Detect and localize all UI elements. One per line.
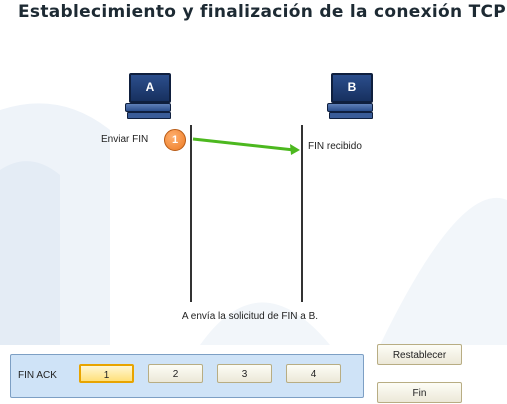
step-controls-panel: FIN ACK 1 2 3 4 — [10, 354, 364, 398]
fin-arrow-head — [290, 144, 300, 155]
host-a-label: Enviar FIN — [101, 134, 149, 145]
step-button-1[interactable]: 1 — [79, 364, 134, 383]
monitor-icon: A — [129, 73, 171, 103]
background-decoration — [0, 103, 507, 345]
step-number-badge: 1 — [164, 129, 186, 151]
step-button-3[interactable]: 3 — [217, 364, 272, 383]
reset-button[interactable]: Restablecer — [377, 344, 462, 365]
fin-arrow — [192, 137, 295, 152]
step-button-4[interactable]: 4 — [286, 364, 341, 383]
controls-label: FIN ACK — [18, 370, 57, 381]
host-b-letter: B — [347, 80, 357, 94]
page-title: Establecimiento y finalización de la con… — [18, 2, 507, 22]
host-b-label: FIN recibido — [308, 141, 362, 152]
host-a-letter: A — [145, 80, 155, 94]
computer-b-icon: B — [327, 73, 375, 119]
computer-a-icon: A — [125, 73, 173, 119]
monitor-icon: B — [331, 73, 373, 103]
end-button[interactable]: Fin — [377, 382, 462, 403]
step-button-2[interactable]: 2 — [148, 364, 203, 383]
step-caption: A envía la solicitud de FIN a B. — [181, 311, 319, 322]
